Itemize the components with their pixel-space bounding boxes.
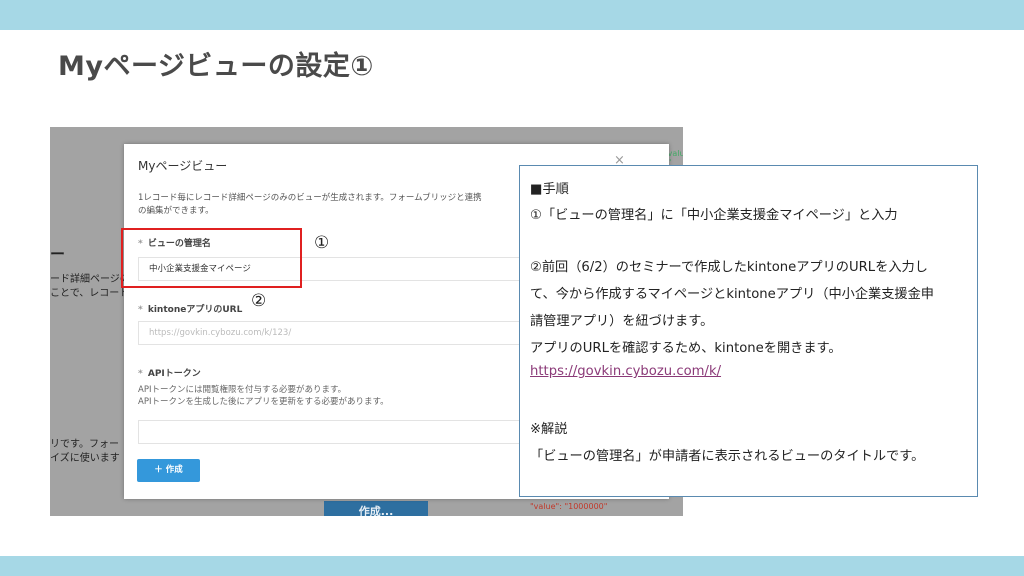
slide-title: Myページビューの設定① (58, 51, 374, 82)
instructions-step2-line: ②前回（6/2）のセミナーで作成したkintoneアプリのURLを入力し (530, 260, 928, 275)
background-text-line: イズに使います (50, 453, 120, 464)
background-heading: ー (50, 245, 66, 263)
background-code-text: "value": "1000000" (530, 502, 608, 511)
instructions-step1: ①「ビューの管理名」に「中小企業支援金マイページ」と入力 (530, 208, 898, 223)
instructions-step2-line: 請管理アプリ）を紐づけます。 (530, 314, 714, 329)
background-text-line: ード詳細ページの (50, 274, 130, 285)
modal-title: Myページビュー (138, 159, 228, 173)
kintone-url-label-text: kintoneアプリのURL (147, 305, 243, 315)
required-mark: * (138, 305, 143, 315)
api-token-help: APIトークンには閲覧権限を付与する必要があります。 APIトークンを生成した後… (138, 384, 389, 408)
instructions-step2-line: アプリのURLを確認するため、kintoneを開きます。 (530, 341, 842, 356)
modal-description: 1レコード毎にレコード詳細ページのみのビューが生成されます。フォームブリッジと連… (138, 192, 482, 218)
required-mark: * (138, 369, 143, 379)
note-heading: ※解説 (530, 422, 568, 437)
step-marker-two: ② (251, 291, 267, 311)
api-token-help-line: APIトークンには閲覧権限を付与する必要があります。 (138, 385, 347, 395)
modal-description-line: 1レコード毎にレコード詳細ページのみのビューが生成されます。フォームブリッジと連… (138, 193, 482, 203)
instructions-box: ■手順 ①「ビューの管理名」に「中小企業支援金マイページ」と入力 ②前回（6/2… (519, 165, 978, 497)
govkin-link[interactable]: https://govkin.cybozu.com/k/ (530, 364, 721, 379)
api-token-help-line: APIトークンを生成した後にアプリを更新をする必要があります。 (138, 397, 389, 407)
note-text: 「ビューの管理名」が申請者に表示されるビューのタイトルです。 (530, 449, 925, 464)
background-text-line: リです。フォー (50, 439, 119, 450)
instructions-heading: ■手順 (530, 182, 569, 197)
kintone-url-label: * kintoneアプリのURL (138, 302, 242, 315)
background-text-line: ことで、レコード (50, 288, 130, 299)
highlight-box (121, 228, 302, 288)
modal-description-line: の編集ができます。 (138, 206, 214, 216)
api-token-label-text: APIトークン (147, 369, 201, 379)
background-create-button[interactable]: 作成... (324, 501, 428, 516)
instructions-step2-line: て、今から作成するマイページとkintoneアプリ（中小企業支援金申 (530, 287, 934, 302)
api-token-label: * APIトークン (138, 366, 201, 379)
create-button[interactable]: ＋ 作成 (137, 459, 200, 482)
step-marker-one: ① (314, 233, 330, 253)
govkin-link-text[interactable]: https://govkin.cybozu.com/k/ (530, 364, 721, 379)
bottom-band (0, 556, 1024, 576)
top-band (0, 0, 1024, 30)
